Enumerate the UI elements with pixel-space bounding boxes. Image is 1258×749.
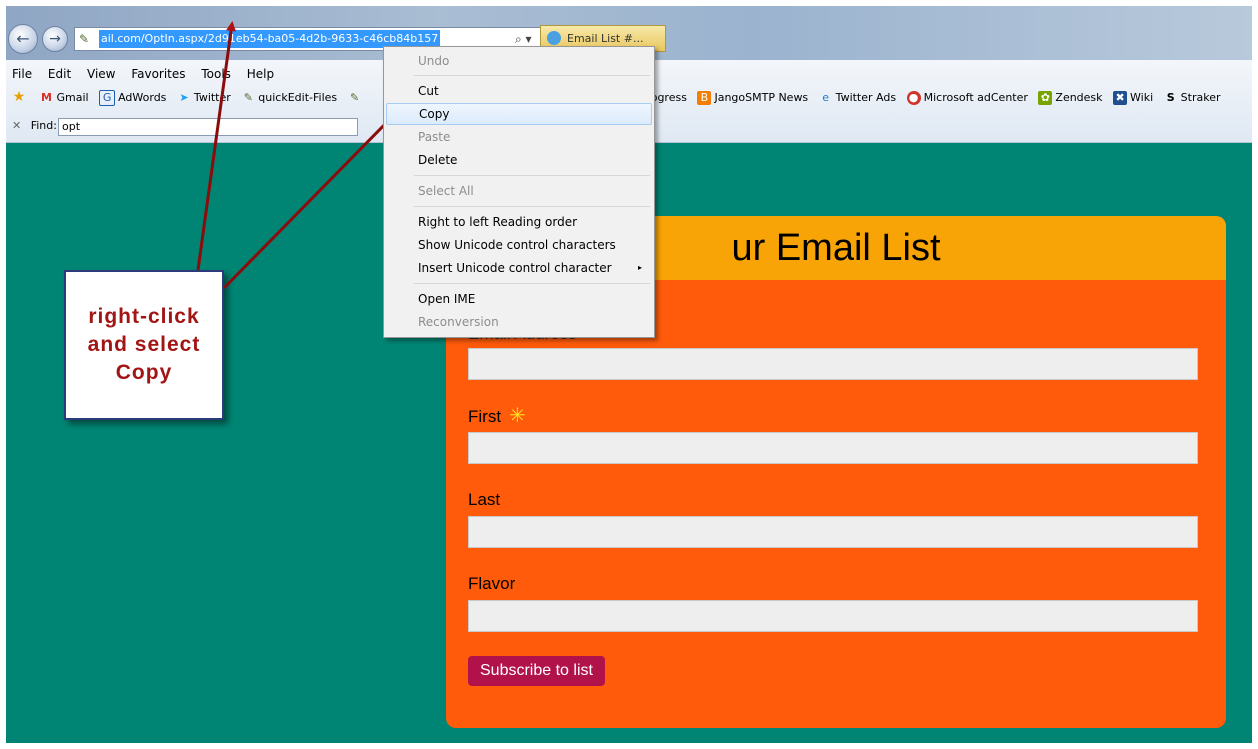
menu-separator <box>414 283 650 284</box>
fav-quickedit-files[interactable]: ✎ quickEdit-Files <box>241 88 337 108</box>
menu-item-reconversion[interactable]: Reconversion <box>386 311 652 333</box>
menu-item-insert-unicode-char[interactable]: Insert Unicode control character ▸ <box>386 257 652 279</box>
find-label: Find: <box>30 119 57 132</box>
instruction-callout: right-click and select Copy <box>64 270 224 420</box>
menu-edit[interactable]: Edit <box>48 67 71 81</box>
fav-straker[interactable]: S Straker <box>1164 88 1221 108</box>
menu-item-show-unicode-chars[interactable]: Show Unicode control characters <box>386 234 652 256</box>
blogger-icon: B <box>697 91 712 105</box>
fav-jangosmtp-news[interactable]: B JangoSMTP News <box>697 88 808 108</box>
find-bar: ✕ Find: <box>12 116 57 136</box>
adcenter-icon: ● <box>906 91 921 105</box>
last-name-field[interactable] <box>468 516 1198 548</box>
menu-item-undo[interactable]: Undo <box>386 50 652 72</box>
zendesk-icon: ✿ <box>1038 91 1053 105</box>
adwords-icon: G <box>99 90 116 106</box>
last-label: Last <box>468 490 501 509</box>
menu-separator <box>414 175 650 176</box>
menu-view[interactable]: View <box>87 67 115 81</box>
fav-adwords[interactable]: G AdWords <box>99 88 166 108</box>
menu-file[interactable]: File <box>12 67 32 81</box>
favorites-bar-left: ★ M Gmail G AdWords ➤ Twitter ✎ quickEdit-Fi… <box>12 88 372 108</box>
fav-twitter-ads[interactable]: e Twitter Ads <box>819 88 896 108</box>
gmail-icon: M <box>41 91 52 104</box>
flavor-label: Flavor <box>468 574 516 593</box>
wiki-icon: ✖ <box>1113 91 1128 105</box>
menu-help[interactable]: Help <box>247 67 274 81</box>
ie-icon: e <box>822 91 830 104</box>
fav-gmail[interactable]: M Gmail <box>40 88 89 108</box>
fav-twitter[interactable]: ➤ Twitter <box>177 88 230 108</box>
find-input[interactable]: opt <box>58 118 358 136</box>
menu-favorites[interactable]: Favorites <box>131 67 185 81</box>
favorites-star-button[interactable]: ★ <box>12 90 29 104</box>
twitter-icon: ➤ <box>179 91 189 104</box>
context-menu: Undo Cut Copy Paste Delete Select All Ri… <box>383 46 655 338</box>
submenu-arrow-icon: ▸ <box>637 263 642 272</box>
find-close-icon[interactable]: ✕ <box>12 119 21 132</box>
menu-item-paste[interactable]: Paste <box>386 126 652 148</box>
back-arrow-icon: ← <box>16 29 30 48</box>
menu-item-rtl-reading-order[interactable]: Right to left Reading order <box>386 211 652 233</box>
pen-icon: ✎ <box>243 91 253 104</box>
fav-microsoft-adcenter[interactable]: ● Microsoft adCenter <box>906 88 1028 108</box>
first-name-field[interactable] <box>468 432 1198 464</box>
email-field[interactable] <box>468 348 1198 380</box>
favorites-bar-right: Progress B JangoSMTP News e Twitter Ads ● M… <box>640 88 1228 108</box>
required-asterisk-icon: ✳ <box>509 405 526 427</box>
menu-item-copy[interactable]: Copy <box>386 103 652 125</box>
menu-item-insert-unicode-label: Insert Unicode control character <box>418 261 612 275</box>
forward-button[interactable]: → <box>42 26 68 52</box>
flavor-field[interactable] <box>468 600 1198 632</box>
fav-wiki[interactable]: ✖ Wiki <box>1113 88 1153 108</box>
fav-zendesk[interactable]: ✿ Zendesk <box>1038 88 1103 108</box>
menu-separator <box>414 206 650 207</box>
menu-item-select-all[interactable]: Select All <box>386 180 652 202</box>
site-favicon-icon: ✎ <box>79 32 90 46</box>
menu-item-open-ime[interactable]: Open IME <box>386 288 652 310</box>
pen-icon: ✎ <box>350 91 360 104</box>
menu-separator <box>414 75 650 76</box>
tab-label: Email List #... <box>567 32 644 45</box>
callout-text: right-click and select Copy <box>87 305 201 384</box>
forward-arrow-icon: → <box>49 31 61 47</box>
menu-bar: File Edit View Favorites Tools Help <box>12 66 286 82</box>
fav-more[interactable]: ✎ <box>348 91 365 105</box>
back-button[interactable]: ← <box>8 24 38 54</box>
subscribe-button[interactable]: Subscribe to list <box>468 656 605 686</box>
menu-item-cut[interactable]: Cut <box>386 80 652 102</box>
menu-item-delete[interactable]: Delete <box>386 149 652 171</box>
straker-icon: S <box>1166 91 1175 104</box>
browser-window: ← → ✎ ail.com/OptIn.aspx/2d91eb54-ba05-4… <box>6 6 1252 743</box>
first-label: First ✳ <box>468 405 526 427</box>
menu-tools[interactable]: Tools <box>201 67 231 81</box>
favorites-star-icon: ★ <box>12 89 26 105</box>
tab-favicon-icon <box>547 31 561 45</box>
